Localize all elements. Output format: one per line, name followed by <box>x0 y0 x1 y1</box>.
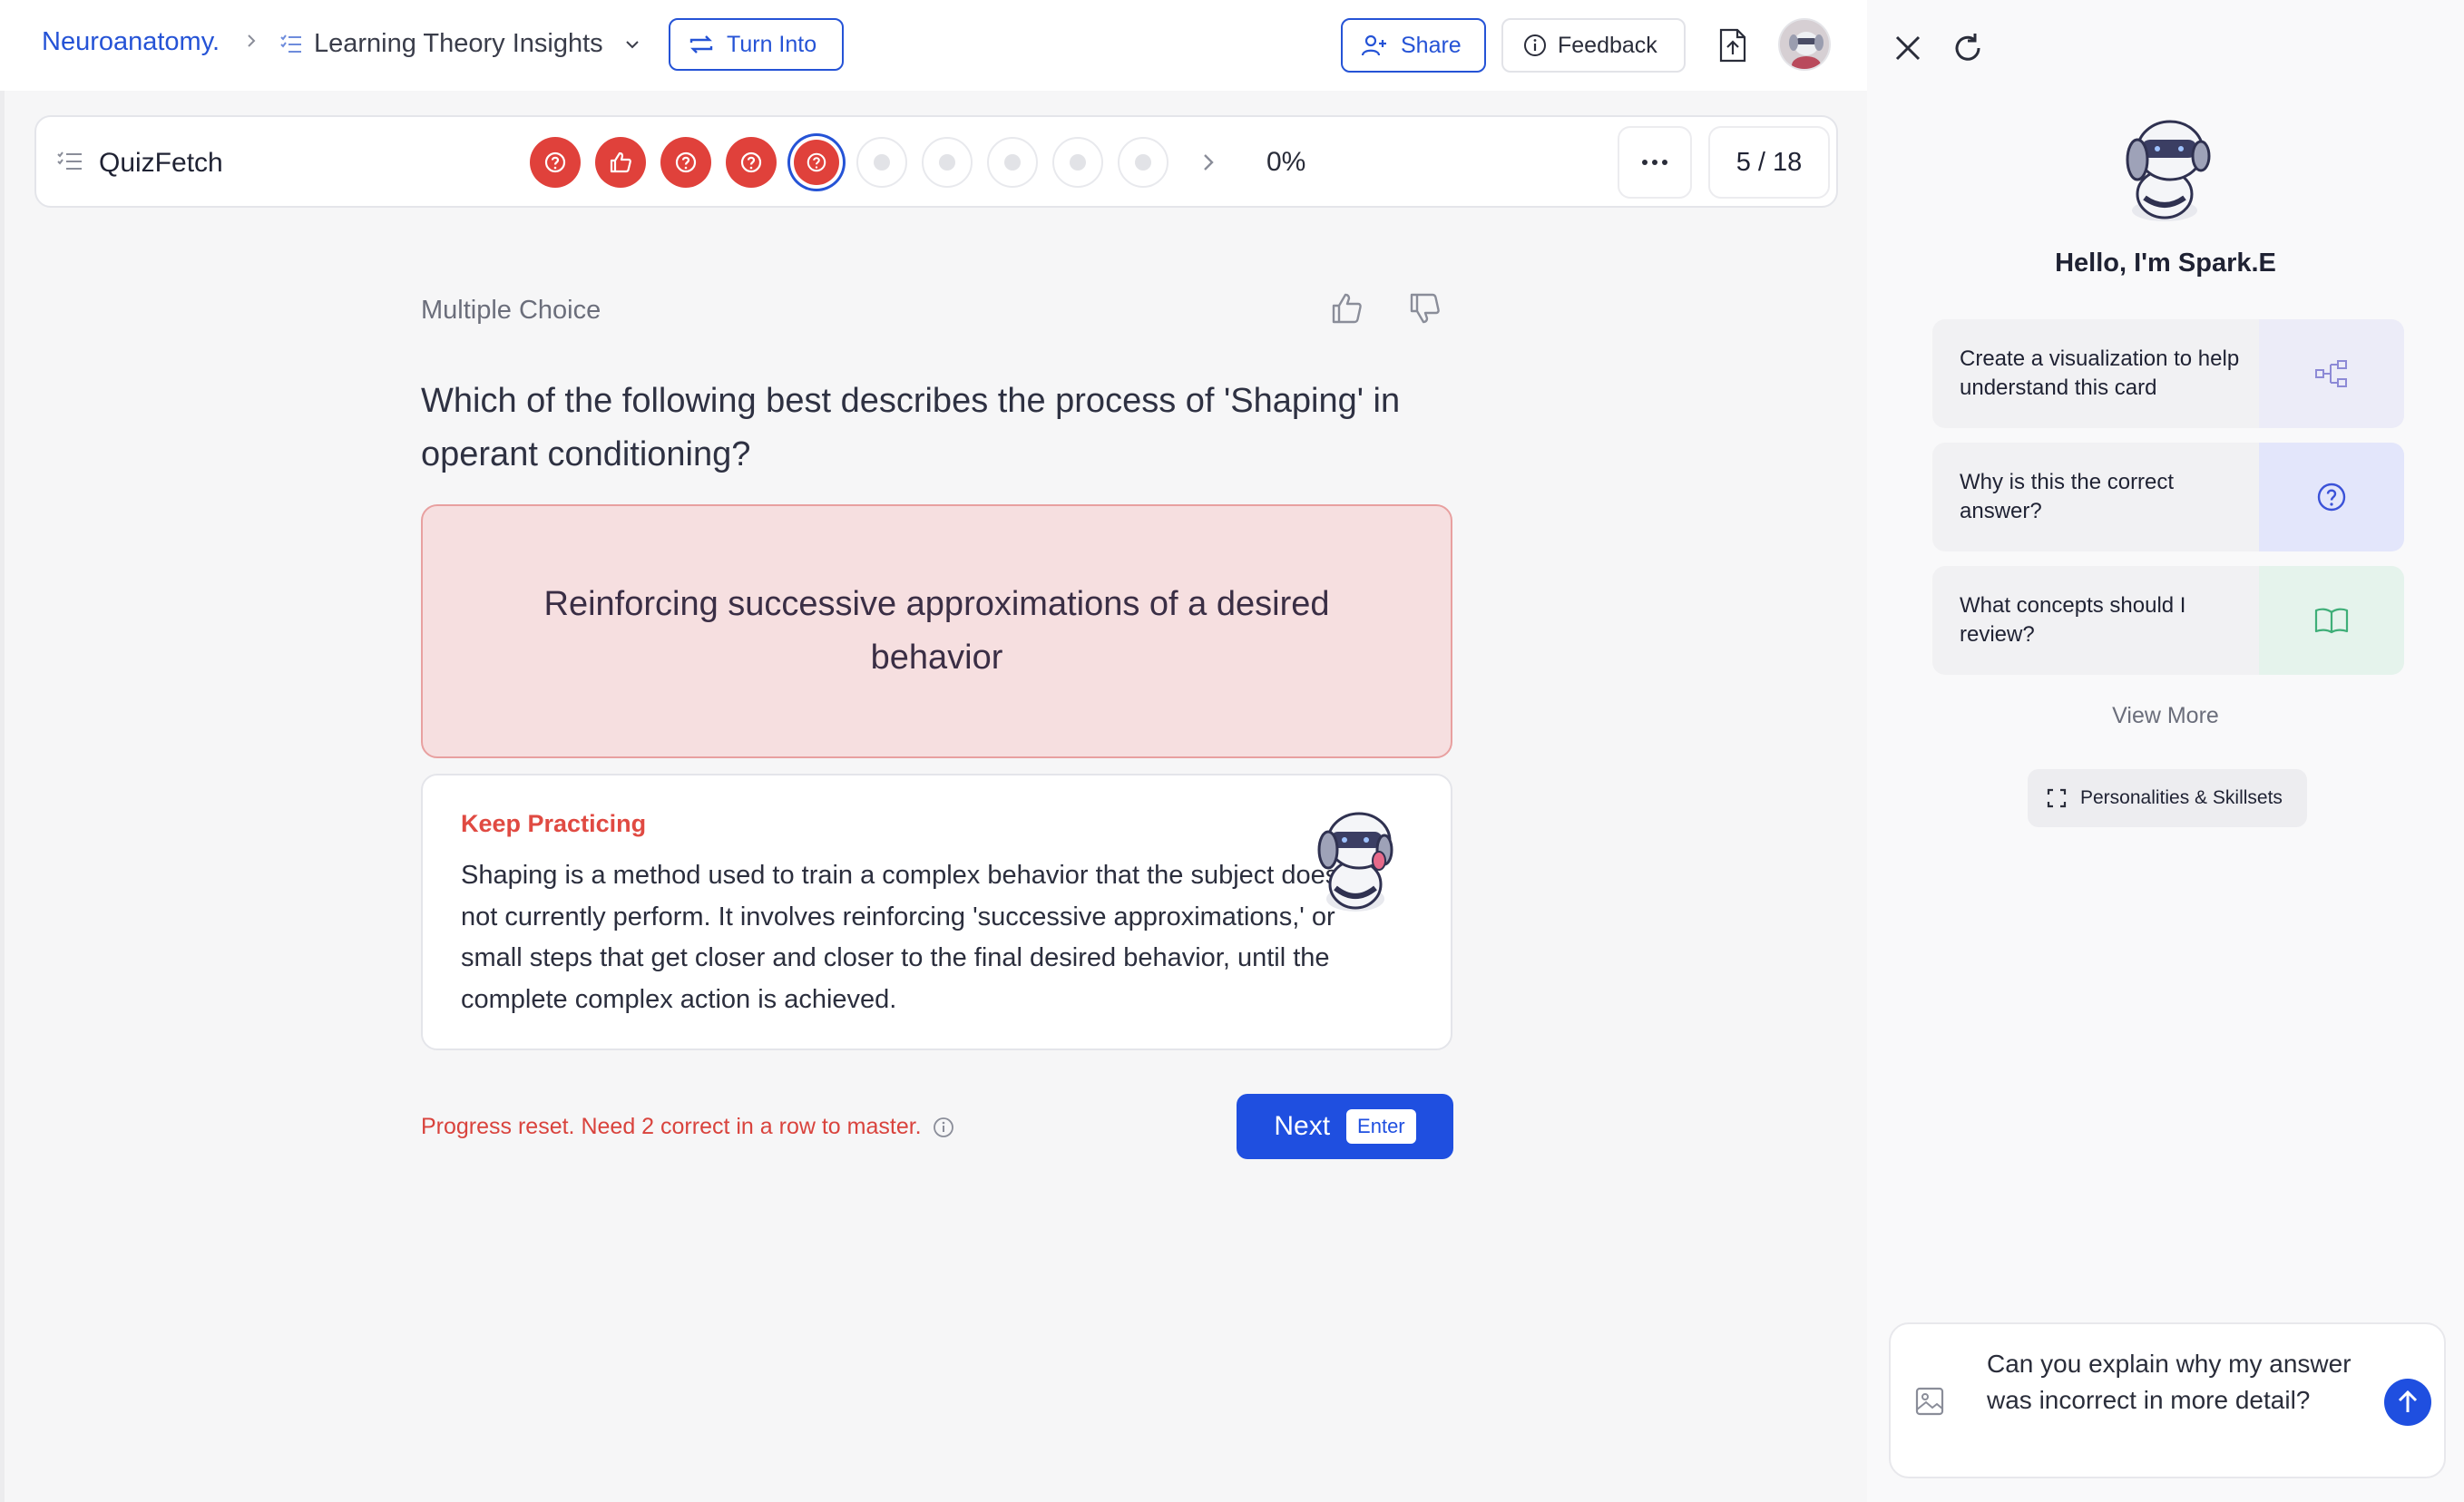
expand-icon <box>2047 788 2067 808</box>
question-type: Multiple Choice <box>421 296 601 325</box>
question-dot-8[interactable] <box>987 137 1038 188</box>
info-icon <box>1524 34 1546 56</box>
question-dot-6[interactable] <box>856 137 907 188</box>
answer-text: Reinforcing successive approximations of… <box>543 585 1330 677</box>
view-more-link[interactable]: View More <box>1867 703 2464 729</box>
refresh-icon[interactable] <box>1951 31 1985 65</box>
progress-reset-text: Progress reset. Need 2 correct in a row … <box>421 1114 922 1139</box>
suggestion-concepts-review[interactable]: What concepts should I review? <box>1932 566 2404 675</box>
robot-dog-mascot-icon <box>2126 120 2211 221</box>
explanation-title: Keep Practicing <box>461 810 647 837</box>
question-dot-3[interactable] <box>660 137 711 188</box>
question-dot-9[interactable] <box>1052 137 1103 188</box>
ellipsis-icon <box>1642 160 1667 165</box>
explanation-text: Shaping is a method used to train a comp… <box>461 861 1339 1014</box>
avatar-image <box>1780 20 1829 69</box>
quiz-title: QuizFetch <box>99 148 223 178</box>
next-label: Next <box>1274 1111 1331 1141</box>
chevron-right-icon[interactable] <box>1199 151 1217 174</box>
turn-into-button[interactable]: Turn Into <box>669 18 844 71</box>
thumbs-up-icon[interactable] <box>1328 290 1364 327</box>
share-label: Share <box>1401 32 1462 58</box>
question-icon <box>740 151 762 173</box>
book-icon <box>2314 608 2349 634</box>
more-options-button[interactable] <box>1618 126 1692 199</box>
suggestion-label: Create a visualization to help understan… <box>1960 346 2240 400</box>
top-bar: Neuroanatomy. Learning Theory Insights T… <box>0 0 1867 91</box>
feedback-button[interactable]: Feedback <box>1501 18 1686 73</box>
question-counter: 5 / 18 <box>1708 126 1830 199</box>
question-dot-5-current[interactable] <box>794 140 839 185</box>
personalities-label: Personalities & Skillsets <box>2080 787 2283 808</box>
question-dot-4[interactable] <box>726 137 777 188</box>
file-upload-icon[interactable] <box>1717 27 1748 63</box>
question-dot-2[interactable] <box>595 137 646 188</box>
avatar[interactable] <box>1778 18 1831 71</box>
progress-reset-message: Progress reset. Need 2 correct in a row … <box>421 1114 954 1140</box>
diagram-icon <box>2315 360 2347 387</box>
chat-input-field[interactable]: Can you explain why my answer was incorr… <box>1987 1346 2359 1419</box>
feedback-label: Feedback <box>1558 32 1657 58</box>
assistant-panel <box>1867 0 2464 1502</box>
question-dot-10[interactable] <box>1118 137 1168 188</box>
question-text: Which of the following best describes th… <box>421 382 1401 473</box>
explanation-card: Keep Practicing Shaping is a method used… <box>421 774 1452 1050</box>
enter-shortcut-badge: Enter <box>1346 1109 1416 1144</box>
question-dot-1[interactable] <box>530 137 581 188</box>
turn-into-label: Turn Into <box>727 31 817 57</box>
chat-input-box[interactable]: Can you explain why my answer was incorr… <box>1889 1322 2446 1478</box>
suggestion-label: What concepts should I review? <box>1960 593 2186 647</box>
main-area: Neuroanatomy. Learning Theory Insights T… <box>0 0 1867 1502</box>
repeat-icon <box>689 35 713 54</box>
thumbs-up-icon <box>610 151 631 173</box>
question-icon <box>2317 483 2346 512</box>
question-icon <box>807 152 826 172</box>
question-icon <box>675 151 697 173</box>
suggestion-icon-box <box>2259 319 2404 428</box>
chevron-down-icon[interactable] <box>624 38 640 51</box>
robot-dog-mascot-icon <box>1317 812 1393 912</box>
thumbs-down-icon[interactable] <box>1406 290 1442 327</box>
chevron-right-icon <box>248 34 256 47</box>
selected-answer-option[interactable]: Reinforcing successive approximations of… <box>421 504 1452 758</box>
quiz-progress-bar: QuizFetch 0% 5 / 18 <box>34 115 1838 208</box>
question-icon <box>544 151 566 173</box>
breadcrumb-root[interactable]: Neuroanatomy. <box>42 27 220 57</box>
next-button[interactable]: Next Enter <box>1237 1094 1453 1159</box>
list-check-icon <box>280 34 301 53</box>
share-button[interactable]: Share <box>1341 18 1486 73</box>
suggestion-icon-box <box>2259 443 2404 551</box>
list-check-icon <box>57 151 82 170</box>
suggestion-create-visualization[interactable]: Create a visualization to help understan… <box>1932 319 2404 428</box>
personalities-skillsets-button[interactable]: Personalities & Skillsets <box>2028 769 2307 827</box>
info-icon[interactable] <box>933 1117 954 1138</box>
suggestion-why-correct[interactable]: Why is this the correct answer? <box>1932 443 2404 551</box>
close-icon[interactable] <box>1892 33 1923 63</box>
send-button[interactable] <box>2384 1379 2431 1426</box>
arrow-up-icon <box>2398 1390 2418 1412</box>
question-dot-7[interactable] <box>922 137 973 188</box>
add-user-icon <box>1361 34 1386 56</box>
assistant-greeting: Hello, I'm Spark.E <box>2055 249 2276 278</box>
suggestion-label: Why is this the correct answer? <box>1960 470 2175 523</box>
image-upload-icon[interactable] <box>1914 1386 1945 1417</box>
suggestion-icon-box <box>2259 566 2404 675</box>
progress-percent: 0% <box>1266 147 1306 177</box>
breadcrumb-current[interactable]: Learning Theory Insights <box>314 29 603 59</box>
